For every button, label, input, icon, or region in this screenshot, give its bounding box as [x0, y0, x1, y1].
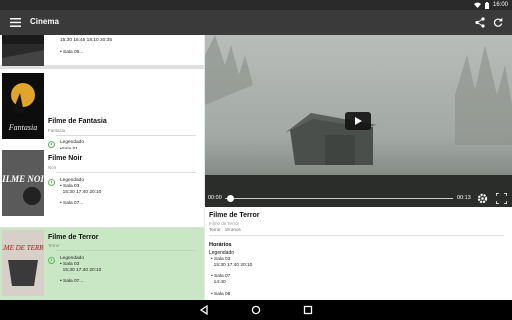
divider — [56, 172, 196, 173]
legend-label: Legendado — [209, 250, 235, 256]
movie-card[interactable]: FILME NOIR Filme Noir Noir Legendado • S… — [0, 149, 204, 227]
refresh-icon[interactable] — [493, 17, 503, 28]
wifi-icon — [473, 2, 481, 8]
movie-poster: FILME DE TERROR — [2, 230, 44, 296]
movie-card-selected[interactable]: FILME DE TERROR Filme de Terror Terror L… — [0, 228, 204, 300]
session-times: 15:30 15:45 18:10 20:35 • Sala 06... — [60, 38, 113, 55]
fullscreen-icon[interactable] — [496, 193, 507, 204]
back-icon[interactable] — [199, 305, 209, 315]
status-icons: 16:00 — [473, 1, 508, 9]
current-time: 00:00 — [208, 195, 222, 201]
app-bar: Cinema — [0, 10, 512, 35]
clock-icon — [48, 257, 55, 264]
divider — [209, 235, 504, 236]
movie-poster: FILME NOIR — [2, 150, 44, 216]
status-bar: 16:00 — [0, 0, 512, 10]
detail-subtitle: Filme de Terror — [209, 221, 240, 226]
movie-genre: Noir — [48, 165, 57, 170]
session-times: • Sala 03 15:30 17:40 20:10 • Sala 07... — [60, 262, 102, 285]
divider — [56, 250, 196, 251]
share-icon[interactable] — [475, 17, 485, 28]
legend-label: Legendado — [60, 178, 85, 183]
menu-icon[interactable] — [10, 17, 21, 28]
seek-bar[interactable] — [225, 198, 453, 199]
movie-card[interactable]: 15:30 15:45 18:10 20:35 • Sala 06... — [0, 35, 204, 66]
session-times: • Sala 03 15:30 17:40 20:10 • Sala 07... — [60, 184, 102, 207]
poster-title: FILME NOIR — [2, 174, 44, 184]
poster-title: Fantasia — [8, 123, 37, 132]
navigation-bar — [0, 300, 512, 320]
legend-label: Legendado — [60, 256, 85, 261]
movie-poster: Fantasia — [2, 73, 44, 139]
recents-icon[interactable] — [303, 305, 313, 315]
player-controls: 00:00 00:13 — [205, 190, 512, 207]
clock-time: 16:00 — [492, 2, 508, 8]
movie-title: Filme de Terror — [48, 234, 99, 241]
movie-card[interactable]: Fantasia Filme de Fantasia Fantasia — [0, 69, 204, 141]
schedule-heading: Horários — [209, 242, 232, 248]
settings-gear-icon[interactable] — [477, 193, 488, 204]
detail-meta: Terror · 18 anos — [209, 227, 241, 232]
duration: 00:13 — [457, 195, 471, 201]
clock-icon — [48, 141, 55, 148]
legend-label: Legendado — [60, 140, 85, 145]
play-button[interactable] — [345, 112, 371, 130]
movie-detail-panel: Filme de Terror Filme de Terror Terror ·… — [205, 207, 512, 300]
movie-genre: Terror — [48, 243, 60, 248]
detail-title: Filme de Terror — [209, 212, 260, 219]
app-title: Cinema — [30, 17, 59, 26]
poster-title: FILME DE TERROR — [2, 244, 44, 252]
movie-title: Filme de Fantasia — [48, 118, 107, 125]
battery-icon — [484, 1, 489, 9]
movie-poster — [2, 35, 44, 66]
divider — [56, 135, 196, 136]
movie-list[interactable]: 15:30 15:45 18:10 20:35 • Sala 06... Fan… — [0, 35, 204, 300]
seek-handle[interactable] — [227, 195, 234, 202]
movie-title: Filme Noir — [48, 155, 83, 162]
session-times: • Sala 03 15:30 17:40 20:10 • Sala 07 14… — [211, 257, 253, 297]
home-icon[interactable] — [251, 305, 261, 315]
movie-genre: Fantasia — [48, 128, 66, 133]
clock-icon — [48, 179, 55, 186]
